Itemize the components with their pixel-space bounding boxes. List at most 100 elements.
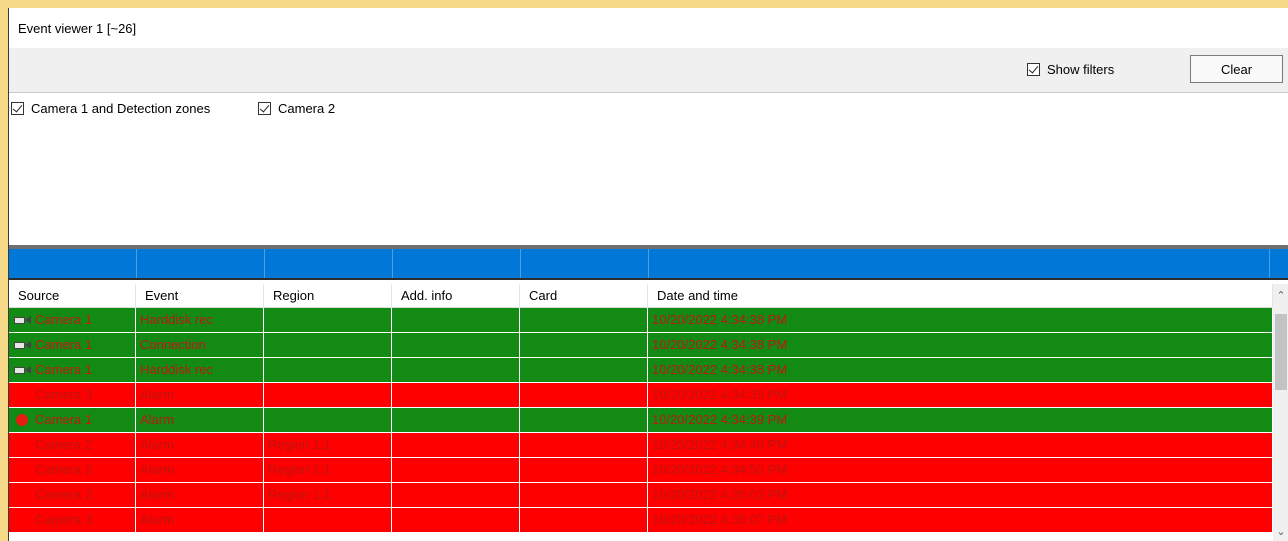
cell-event: Connection bbox=[136, 333, 264, 357]
table-row[interactable]: Camera 3 Alarm 10/20/2022 4:35:07 PM bbox=[9, 508, 1273, 533]
cell-text: Camera 3 bbox=[35, 512, 93, 527]
camera-icon bbox=[13, 339, 33, 351]
cell-text: Camera 2 bbox=[35, 437, 93, 452]
cell-card bbox=[520, 483, 648, 507]
cell-text: Camera 2 bbox=[35, 487, 93, 502]
cell-text: Alarm bbox=[140, 437, 174, 452]
clear-button[interactable]: Clear bbox=[1190, 55, 1283, 83]
cell-card bbox=[520, 408, 648, 432]
table-row[interactable]: Camera 2 Alarm Region 1.1 10/20/2022 4:34:4… bbox=[9, 433, 1273, 458]
cell-source: Camera 1 bbox=[9, 358, 136, 382]
column-divider bbox=[648, 249, 649, 278]
cell-datetime: 10/20/2022 4:34:39 PM bbox=[648, 408, 1273, 432]
checkbox-checked-icon[interactable] bbox=[258, 102, 271, 115]
cell-datetime: 10/20/2022 4:34:50 PM bbox=[648, 458, 1273, 482]
cell-text: 10/20/2022 4:34:50 PM bbox=[652, 462, 788, 477]
cell-event: Alarm bbox=[136, 408, 264, 432]
cell-source: Camera 1 bbox=[9, 333, 136, 357]
column-divider bbox=[136, 249, 137, 278]
cell-datetime: 10/20/2022 4:35:03 PM bbox=[648, 483, 1273, 507]
cell-source: Camera 1 bbox=[9, 408, 136, 432]
cell-text: Region 1.1 bbox=[268, 487, 331, 502]
cell-add-info bbox=[392, 408, 520, 432]
table-row[interactable]: Camera 1 Alarm 10/20/2022 4:34:39 PM bbox=[9, 408, 1273, 433]
cell-card bbox=[520, 308, 648, 332]
checkbox-checked-icon[interactable] bbox=[1027, 63, 1040, 76]
cell-text: Alarm bbox=[140, 462, 174, 477]
column-divider bbox=[264, 249, 265, 278]
cell-datetime: 10/20/2022 4:35:07 PM bbox=[648, 508, 1273, 532]
cell-source: Camera 1 bbox=[9, 308, 136, 332]
camera-icon bbox=[13, 364, 33, 376]
cell-region bbox=[264, 408, 392, 432]
event-viewer-window: Event viewer 1 [~26] Show filters Clear … bbox=[8, 8, 1288, 541]
cell-card bbox=[520, 458, 648, 482]
cell-datetime: 10/20/2022 4:34:40 PM bbox=[648, 433, 1273, 457]
table-row[interactable]: Camera 1 Harddisk rec 10/20/2022 4:34:38 P… bbox=[9, 358, 1273, 383]
cell-card bbox=[520, 508, 648, 532]
cell-event: Alarm bbox=[136, 458, 264, 482]
cell-card bbox=[520, 333, 648, 357]
cell-event: Alarm bbox=[136, 483, 264, 507]
cell-text: 10/20/2022 4:34:38 PM bbox=[652, 362, 788, 377]
cell-source: Camera 3 bbox=[9, 508, 136, 532]
cell-add-info bbox=[392, 308, 520, 332]
column-header-card[interactable]: Card bbox=[520, 284, 648, 308]
column-divider bbox=[520, 249, 521, 278]
cell-text: Camera 1 bbox=[35, 362, 93, 377]
cell-region bbox=[264, 308, 392, 332]
cell-add-info bbox=[392, 458, 520, 482]
filters-panel: Camera 1 and Detection zones Camera 2 bbox=[9, 93, 1288, 245]
cell-text: Camera 3 bbox=[35, 387, 93, 402]
cell-text: 10/20/2022 4:34:38 PM bbox=[652, 312, 788, 327]
cell-text: Camera 1 bbox=[35, 312, 93, 327]
cell-source: Camera 3 bbox=[9, 383, 136, 407]
cell-event: Alarm bbox=[136, 508, 264, 532]
cell-text: 10/20/2022 4:34:39 PM bbox=[652, 387, 788, 402]
column-divider bbox=[1269, 249, 1270, 278]
cell-card bbox=[520, 383, 648, 407]
cell-text: Alarm bbox=[140, 387, 174, 402]
table-row[interactable]: Camera 1 Connection 10/20/2022 4:34:38 PM bbox=[9, 333, 1273, 358]
column-header-add-info[interactable]: Add. info bbox=[392, 284, 520, 308]
filter-camera-2[interactable]: Camera 2 bbox=[258, 101, 335, 116]
toolbar: Show filters Clear bbox=[9, 48, 1288, 93]
cell-add-info bbox=[392, 383, 520, 407]
table-row[interactable]: Camera 3 Alarm 10/20/2022 4:34:39 PM bbox=[9, 383, 1273, 408]
title-bar: Event viewer 1 [~26] bbox=[9, 8, 1288, 48]
cell-card bbox=[520, 358, 648, 382]
cell-add-info bbox=[392, 508, 520, 532]
cell-text: Camera 2 bbox=[35, 462, 93, 477]
filter-camera-1-detection-zones[interactable]: Camera 1 and Detection zones bbox=[11, 101, 210, 116]
vertical-scrollbar[interactable]: ⌃ ⌄ bbox=[1273, 284, 1288, 541]
show-filters-checkbox[interactable]: Show filters bbox=[1027, 62, 1114, 77]
cell-text: Alarm bbox=[140, 512, 174, 527]
column-header-region[interactable]: Region bbox=[264, 284, 392, 308]
scroll-up-icon[interactable]: ⌃ bbox=[1273, 288, 1288, 304]
column-header-event[interactable]: Event bbox=[136, 284, 264, 308]
cell-text: Region 1.1 bbox=[268, 437, 331, 452]
column-filter-bar[interactable] bbox=[9, 249, 1288, 280]
table-row[interactable]: Camera 1 Harddisk rec 10/20/2022 4:34:38 P… bbox=[9, 308, 1273, 333]
column-header-source[interactable]: Source bbox=[9, 284, 136, 308]
cell-text: Region 1.1 bbox=[268, 462, 331, 477]
cell-event: Alarm bbox=[136, 383, 264, 407]
cell-text: Alarm bbox=[140, 412, 174, 427]
column-header-date-time[interactable]: Date and time bbox=[648, 284, 1273, 308]
cell-datetime: 10/20/2022 4:34:39 PM bbox=[648, 383, 1273, 407]
scrollbar-thumb[interactable] bbox=[1275, 314, 1287, 390]
scroll-down-icon[interactable]: ⌄ bbox=[1273, 524, 1288, 540]
cell-text: Harddisk rec bbox=[140, 362, 213, 377]
camera-icon bbox=[13, 314, 33, 326]
table-row[interactable]: Camera 2 Alarm Region 1.1 10/20/2022 4:35:0… bbox=[9, 483, 1273, 508]
checkbox-checked-icon[interactable] bbox=[11, 102, 24, 115]
cell-event: Alarm bbox=[136, 433, 264, 457]
cell-source: Camera 2 bbox=[9, 483, 136, 507]
cell-region: Region 1.1 bbox=[264, 433, 392, 457]
filter-label: Camera 2 bbox=[278, 101, 336, 116]
cell-add-info bbox=[392, 433, 520, 457]
alarm-dot-icon bbox=[13, 414, 33, 426]
cell-text: 10/20/2022 4:35:03 PM bbox=[652, 487, 788, 502]
cell-add-info bbox=[392, 358, 520, 382]
table-row[interactable]: Camera 2 Alarm Region 1.1 10/20/2022 4:34:5… bbox=[9, 458, 1273, 483]
